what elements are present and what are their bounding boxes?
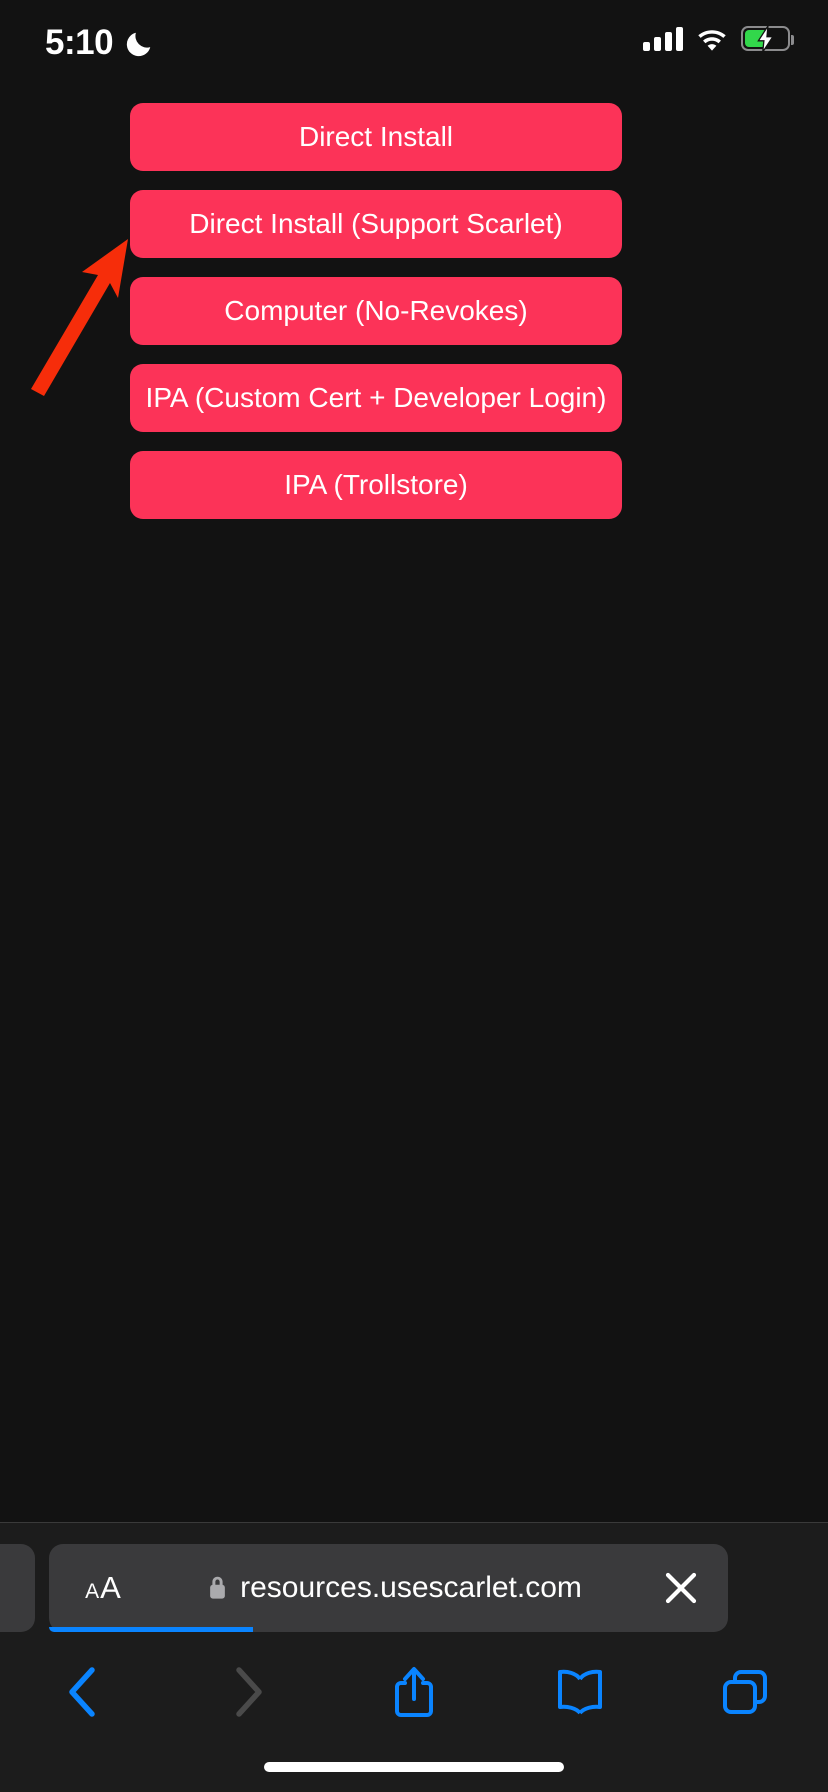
- charging-bolt-icon: [756, 25, 774, 52]
- page-load-progress-bar: [49, 1627, 728, 1632]
- url-display[interactable]: resources.usescarlet.com: [157, 1571, 633, 1605]
- share-icon: [394, 1667, 433, 1717]
- status-bar-right: [643, 25, 794, 52]
- battery-charging-icon: [741, 25, 794, 52]
- aa-large-letter: A: [100, 1570, 121, 1605]
- book-icon: [557, 1669, 602, 1715]
- share-button[interactable]: [331, 1647, 497, 1737]
- computer-no-revokes-button[interactable]: Computer (No-Revokes): [130, 277, 622, 345]
- direct-install-button[interactable]: Direct Install: [130, 103, 622, 171]
- ipa-trollstore-button[interactable]: IPA (Trollstore): [130, 451, 622, 519]
- crescent-moon-icon: [126, 32, 151, 57]
- tabs-button[interactable]: [662, 1647, 828, 1737]
- chevron-right-icon: [236, 1667, 263, 1717]
- status-bar-clock: 5:10: [45, 23, 114, 62]
- home-indicator: [264, 1762, 564, 1772]
- text-size-aa-button[interactable]: A A: [49, 1570, 157, 1606]
- status-bar-left: 5:10: [45, 22, 154, 64]
- lock-icon: [210, 1576, 225, 1599]
- ipa-custom-cert-developer-login-button[interactable]: IPA (Custom Cert + Developer Login): [130, 364, 622, 432]
- address-bar[interactable]: A A resources.usescarlet.com: [49, 1544, 728, 1632]
- status-bar: 5:10: [0, 0, 828, 92]
- cellular-bars-icon: [643, 26, 683, 51]
- install-options-list: Direct Install Direct Install (Support S…: [130, 103, 622, 519]
- aa-small-letter: A: [85, 1580, 100, 1603]
- web-page-content: Direct Install Direct Install (Support S…: [0, 92, 828, 1522]
- iphone-screen: 5:10 Direct Install Direct Install (Supp…: [0, 0, 828, 1792]
- back-button[interactable]: [0, 1647, 166, 1737]
- safari-tab-strip: A A resources.usescarlet.com: [0, 1544, 828, 1632]
- direct-install-support-scarlet-button[interactable]: Direct Install (Support Scarlet): [130, 190, 622, 258]
- wifi-icon: [698, 29, 726, 51]
- safari-toolbar: [0, 1647, 828, 1737]
- chevron-left-icon: [69, 1667, 95, 1717]
- safari-bottom-bar: A A resources.usescarlet.com: [0, 1522, 828, 1792]
- url-text: resources.usescarlet.com: [240, 1571, 582, 1604]
- close-x-icon[interactable]: [633, 1569, 728, 1607]
- page-load-progress-fill: [49, 1627, 253, 1632]
- bookmarks-button[interactable]: [497, 1647, 663, 1737]
- tabs-icon: [723, 1670, 768, 1714]
- forward-button[interactable]: [166, 1647, 332, 1737]
- adjacent-tab[interactable]: [0, 1544, 35, 1632]
